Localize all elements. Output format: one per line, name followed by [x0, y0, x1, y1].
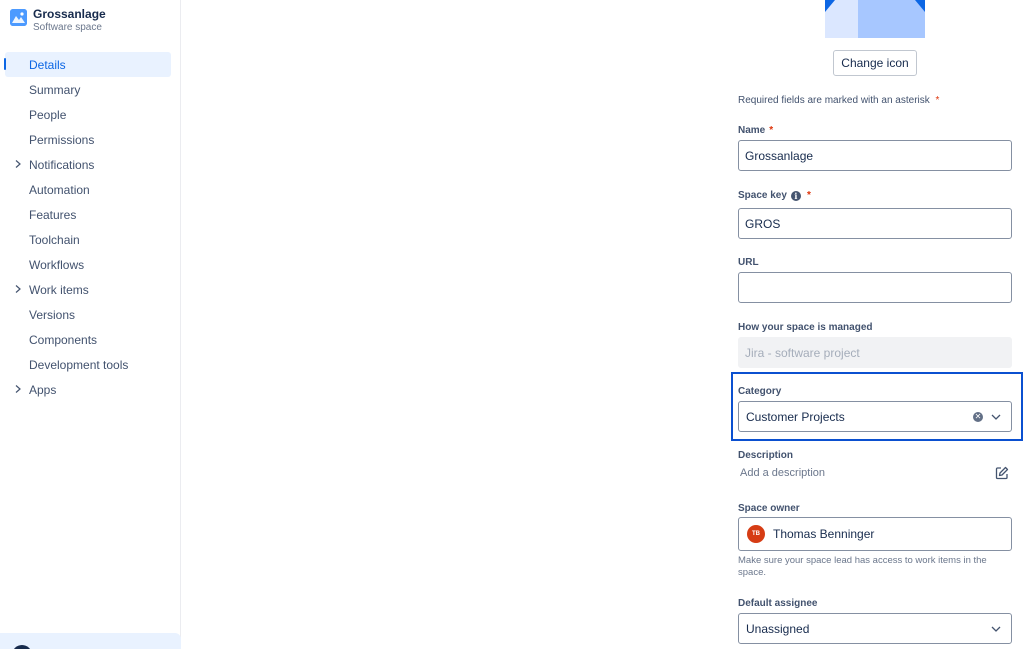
- default-assignee-select[interactable]: Unassigned: [738, 613, 1012, 644]
- url-input[interactable]: [738, 272, 1012, 303]
- space-key-label-text: Space key: [738, 190, 787, 201]
- sidebar-item-components[interactable]: Components: [0, 327, 181, 352]
- sidebar-item-apps[interactable]: Apps: [0, 377, 181, 402]
- clear-icon[interactable]: ✕: [973, 412, 983, 422]
- managed-label-text: How your space is managed: [738, 322, 873, 333]
- chevron-right-icon[interactable]: [13, 159, 23, 169]
- sidebar-item-label: Permissions: [29, 132, 95, 147]
- sidebar-item-label: Automation: [29, 182, 90, 197]
- sidebar-item-versions[interactable]: Versions: [0, 302, 181, 327]
- sidebar-item-work-items[interactable]: Work items: [0, 277, 181, 302]
- sidebar-item-workflows[interactable]: Workflows: [0, 252, 181, 277]
- chevron-down-icon[interactable]: [991, 625, 1001, 633]
- sidebar-item-label: Components: [29, 332, 98, 347]
- managed-label: How your space is managed: [738, 322, 873, 333]
- change-icon-button[interactable]: Change icon: [833, 50, 917, 76]
- default-assignee-label: Default assignee: [738, 598, 817, 609]
- space-icon-preview: [825, 0, 925, 38]
- sidebar-item-label: Summary: [29, 82, 81, 97]
- settings-nav: Details Summary People Permissions Notificat…: [0, 52, 181, 402]
- chevron-right-icon[interactable]: [13, 284, 23, 294]
- space-key-label: Space key i *: [738, 190, 811, 201]
- space-owner-label-text: Space owner: [738, 503, 800, 514]
- space-avatar-icon: [10, 9, 27, 26]
- category-label: Category: [738, 386, 781, 397]
- required-fields-note: Required fields are marked with an aster…: [738, 95, 939, 106]
- active-indicator: [4, 58, 6, 70]
- sidebar-item-details[interactable]: Details: [4, 52, 171, 77]
- sidebar-item-features[interactable]: Features: [0, 202, 181, 227]
- app-switcher-icon[interactable]: [12, 645, 32, 649]
- category-label-text: Category: [738, 386, 782, 397]
- sidebar-item-notifications[interactable]: Notifications: [0, 152, 181, 177]
- space-name: Grossanlage: [33, 7, 106, 21]
- edit-icon[interactable]: [995, 466, 1009, 480]
- sidebar-item-toolchain[interactable]: Toolchain: [0, 227, 181, 252]
- sidebar-item-permissions[interactable]: Permissions: [0, 127, 181, 152]
- name-label-text: Name: [738, 125, 766, 136]
- sidebar-item-label: Apps: [29, 382, 57, 397]
- url-label-text: URL: [738, 257, 759, 268]
- sidebar-item-summary[interactable]: Summary: [0, 77, 181, 102]
- managed-field: Jira - software project: [738, 337, 1012, 368]
- sidebar-item-label: Notifications: [29, 157, 95, 172]
- sidebar-item-automation[interactable]: Automation: [0, 177, 181, 202]
- name-input[interactable]: Grossanlage: [738, 140, 1012, 171]
- chevron-down-icon[interactable]: [991, 413, 1001, 421]
- default-assignee-value: Unassigned: [746, 621, 810, 636]
- sidebar-item-label: Workflows: [29, 257, 85, 272]
- required-note-text: Required fields are marked with an aster…: [738, 95, 930, 106]
- description-label-text: Description: [738, 450, 794, 461]
- required-asterisk: *: [769, 125, 774, 136]
- description-field[interactable]: Add a description: [740, 467, 825, 479]
- info-icon[interactable]: i: [790, 190, 801, 201]
- chevron-right-icon[interactable]: [13, 384, 23, 394]
- space-header[interactable]: Grossanlage Software space: [10, 7, 106, 34]
- default-assignee-label-text: Default assignee: [738, 598, 818, 609]
- category-value: Customer Projects: [746, 409, 845, 424]
- sidebar-item-development-tools[interactable]: Development tools: [0, 352, 181, 377]
- required-asterisk: *: [935, 95, 940, 106]
- sidebar-item-label: Work items: [29, 282, 89, 297]
- avatar: TB: [747, 525, 765, 543]
- sidebar-footer: [0, 633, 181, 649]
- sidebar-item-label: Features: [29, 207, 77, 222]
- sidebar-item-label: Versions: [29, 307, 76, 322]
- sidebar-item-label: Development tools: [29, 357, 129, 372]
- space-key-input[interactable]: GROS: [738, 208, 1012, 239]
- required-asterisk: *: [806, 190, 811, 201]
- sidebar-item-people[interactable]: People: [0, 102, 181, 127]
- settings-sidebar: Grossanlage Software space Details Summar…: [0, 0, 181, 649]
- name-label: Name *: [738, 125, 773, 136]
- sidebar-item-label: Toolchain: [29, 232, 80, 247]
- category-select[interactable]: Customer Projects ✕: [738, 401, 1012, 432]
- space-owner-helper: Make sure your space lead has access to …: [738, 555, 987, 578]
- sidebar-item-label: People: [29, 107, 67, 122]
- space-owner-input[interactable]: TB Thomas Benninger: [738, 517, 1012, 551]
- space-owner-name: Thomas Benninger: [773, 527, 875, 541]
- space-owner-label: Space owner: [738, 503, 800, 514]
- space-type: Software space: [33, 22, 102, 33]
- description-label: Description: [738, 450, 793, 461]
- url-label: URL: [738, 257, 759, 268]
- sidebar-item-label: Details: [29, 57, 66, 72]
